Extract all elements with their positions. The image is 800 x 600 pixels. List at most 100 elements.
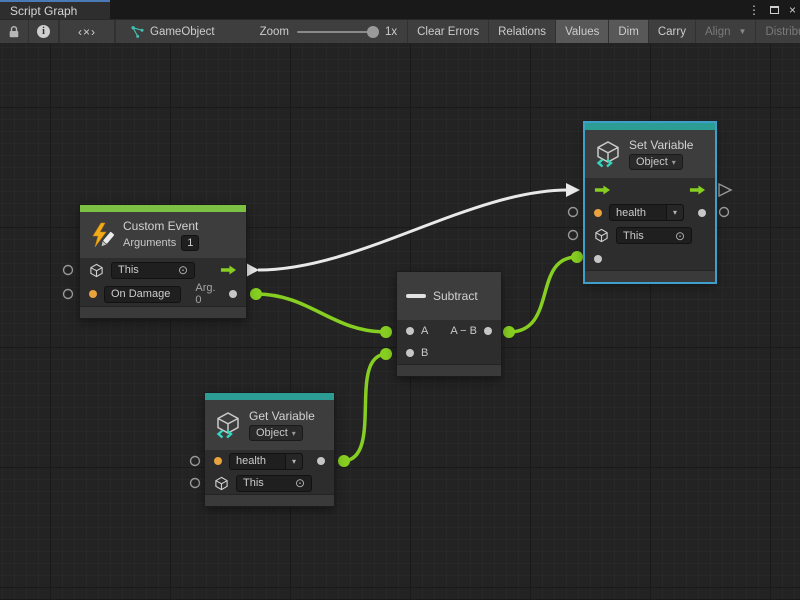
gameobject-cube-icon [594,228,609,243]
outer-port[interactable] [569,231,578,240]
value-wire-get-to-b[interactable] [344,354,386,461]
event-target-field[interactable]: This ⊙ [111,262,195,279]
info-icon: i [37,25,50,38]
close-icon[interactable]: × [789,4,796,16]
arguments-label: Arguments [123,237,176,249]
graph-toolbar: i ‹×› GameObject Zoom 1x Clear Errors Re… [0,19,800,44]
value-output-port[interactable] [317,457,325,465]
arguments-count-field[interactable]: 1 [181,235,199,251]
zoom-slider-knob[interactable] [367,26,379,38]
outer-port[interactable] [64,266,73,275]
carry-button[interactable]: Carry [649,20,696,43]
button-label: Align [705,26,731,38]
input-a-label: A [421,325,428,337]
object-picker-icon[interactable]: ⊙ [178,264,188,276]
value-wire-arg-to-a[interactable] [256,294,386,332]
flow-in-arrow[interactable] [594,184,611,196]
field-value: This [118,264,139,276]
graph-target-button[interactable]: GameObject [116,20,224,43]
menu-icon[interactable]: ⋮ [748,4,760,16]
zoom-value: 1x [385,26,397,38]
input-a-port[interactable] [406,327,414,335]
values-button[interactable]: Values [556,20,609,43]
button-label: Clear Errors [417,26,479,38]
graph-canvas[interactable]: Custom Event Arguments 1 This ⊙ [0,44,800,599]
new-value-input-port[interactable] [594,255,602,263]
variable-port[interactable] [214,457,222,465]
flow-out-arrow[interactable] [220,264,237,276]
button-label: Distribute [765,26,800,38]
button-label: Carry [658,26,686,38]
input-b-label: B [421,347,428,359]
node-colorbar [585,123,715,130]
node-get-variable[interactable]: Get Variable Object ▾ health ▾ [205,393,334,506]
outer-port[interactable] [720,208,729,217]
chevron-down-icon: ▾ [292,429,296,438]
outer-port[interactable] [191,457,200,466]
outer-port[interactable] [569,208,578,217]
dim-button[interactable]: Dim [609,20,648,43]
info-button[interactable]: i [29,20,59,43]
node-colorbar [80,205,246,212]
code-icon: ‹×› [78,25,96,39]
edit-graph-button[interactable]: ‹×› [60,20,115,43]
node-custom-event[interactable]: Custom Event Arguments 1 This ⊙ [80,205,246,318]
variable-scope-dropdown[interactable]: Object ▾ [629,154,683,170]
gameobject-cube-icon [89,263,104,278]
node-set-variable[interactable]: Set Variable Object ▾ [585,123,715,282]
node-title: Get Variable [249,409,315,423]
variable-name-dropdown[interactable]: health ▾ [229,453,303,470]
clear-errors-button[interactable]: Clear Errors [408,20,489,43]
event-name-field[interactable]: On Damage [104,286,181,303]
zoom-label: Zoom [260,26,289,38]
chevron-down-icon: ▼ [739,27,747,36]
align-button[interactable]: Align ▼ [696,20,757,43]
wire-endpoint [571,251,583,263]
flow-wire-end-arrow [566,183,580,197]
outer-port[interactable] [64,290,73,299]
node-footer [205,494,334,506]
window-controls: ⋮ × [748,0,796,19]
tab-bar: Script Graph ⋮ × [0,0,800,19]
variable-scope-dropdown[interactable]: Object ▾ [249,425,303,441]
outer-port[interactable] [191,479,200,488]
wire-endpoint [380,326,392,338]
lock-button[interactable] [0,20,29,43]
node-footer [585,270,715,282]
flow-wire[interactable] [258,190,568,270]
variable-icon [594,140,622,168]
node-title: Set Variable [629,138,693,152]
object-picker-icon[interactable]: ⊙ [295,477,305,489]
wire-endpoint [250,288,262,300]
zoom-control: Zoom 1x [250,20,409,43]
object-picker-icon[interactable]: ⊙ [675,230,685,242]
field-value: health [230,454,272,468]
value-wire-subtract-to-set[interactable] [509,257,577,332]
value-output-port[interactable] [698,209,706,217]
button-label: Dim [618,26,638,38]
outer-flow-port[interactable] [719,184,731,196]
lock-icon [8,25,20,39]
zoom-slider[interactable] [297,31,377,33]
flow-out-arrow[interactable] [689,184,706,196]
chevron-down-icon: ▾ [672,158,676,167]
event-port[interactable] [89,290,97,298]
graph-target-label: GameObject [150,26,215,38]
chevron-down-icon: ▾ [285,454,302,469]
tab-script-graph[interactable]: Script Graph [0,0,110,19]
maximize-icon[interactable] [770,6,779,14]
variable-name-dropdown[interactable]: health ▾ [609,204,684,221]
node-subtract[interactable]: Subtract A A − B B [397,272,501,376]
result-output-port[interactable] [484,327,492,335]
wire-endpoint [380,348,392,360]
tab-title: Script Graph [10,4,77,18]
input-b-port[interactable] [406,349,414,357]
node-footer [397,364,501,376]
variable-target-field[interactable]: This ⊙ [236,475,312,492]
relations-button[interactable]: Relations [489,20,556,43]
arg0-output-port[interactable] [229,290,237,298]
wire-endpoint [338,455,350,467]
variable-target-field[interactable]: This ⊙ [616,227,692,244]
variable-port[interactable] [594,209,602,217]
distribute-button[interactable]: Distribute ▼ [756,20,800,43]
